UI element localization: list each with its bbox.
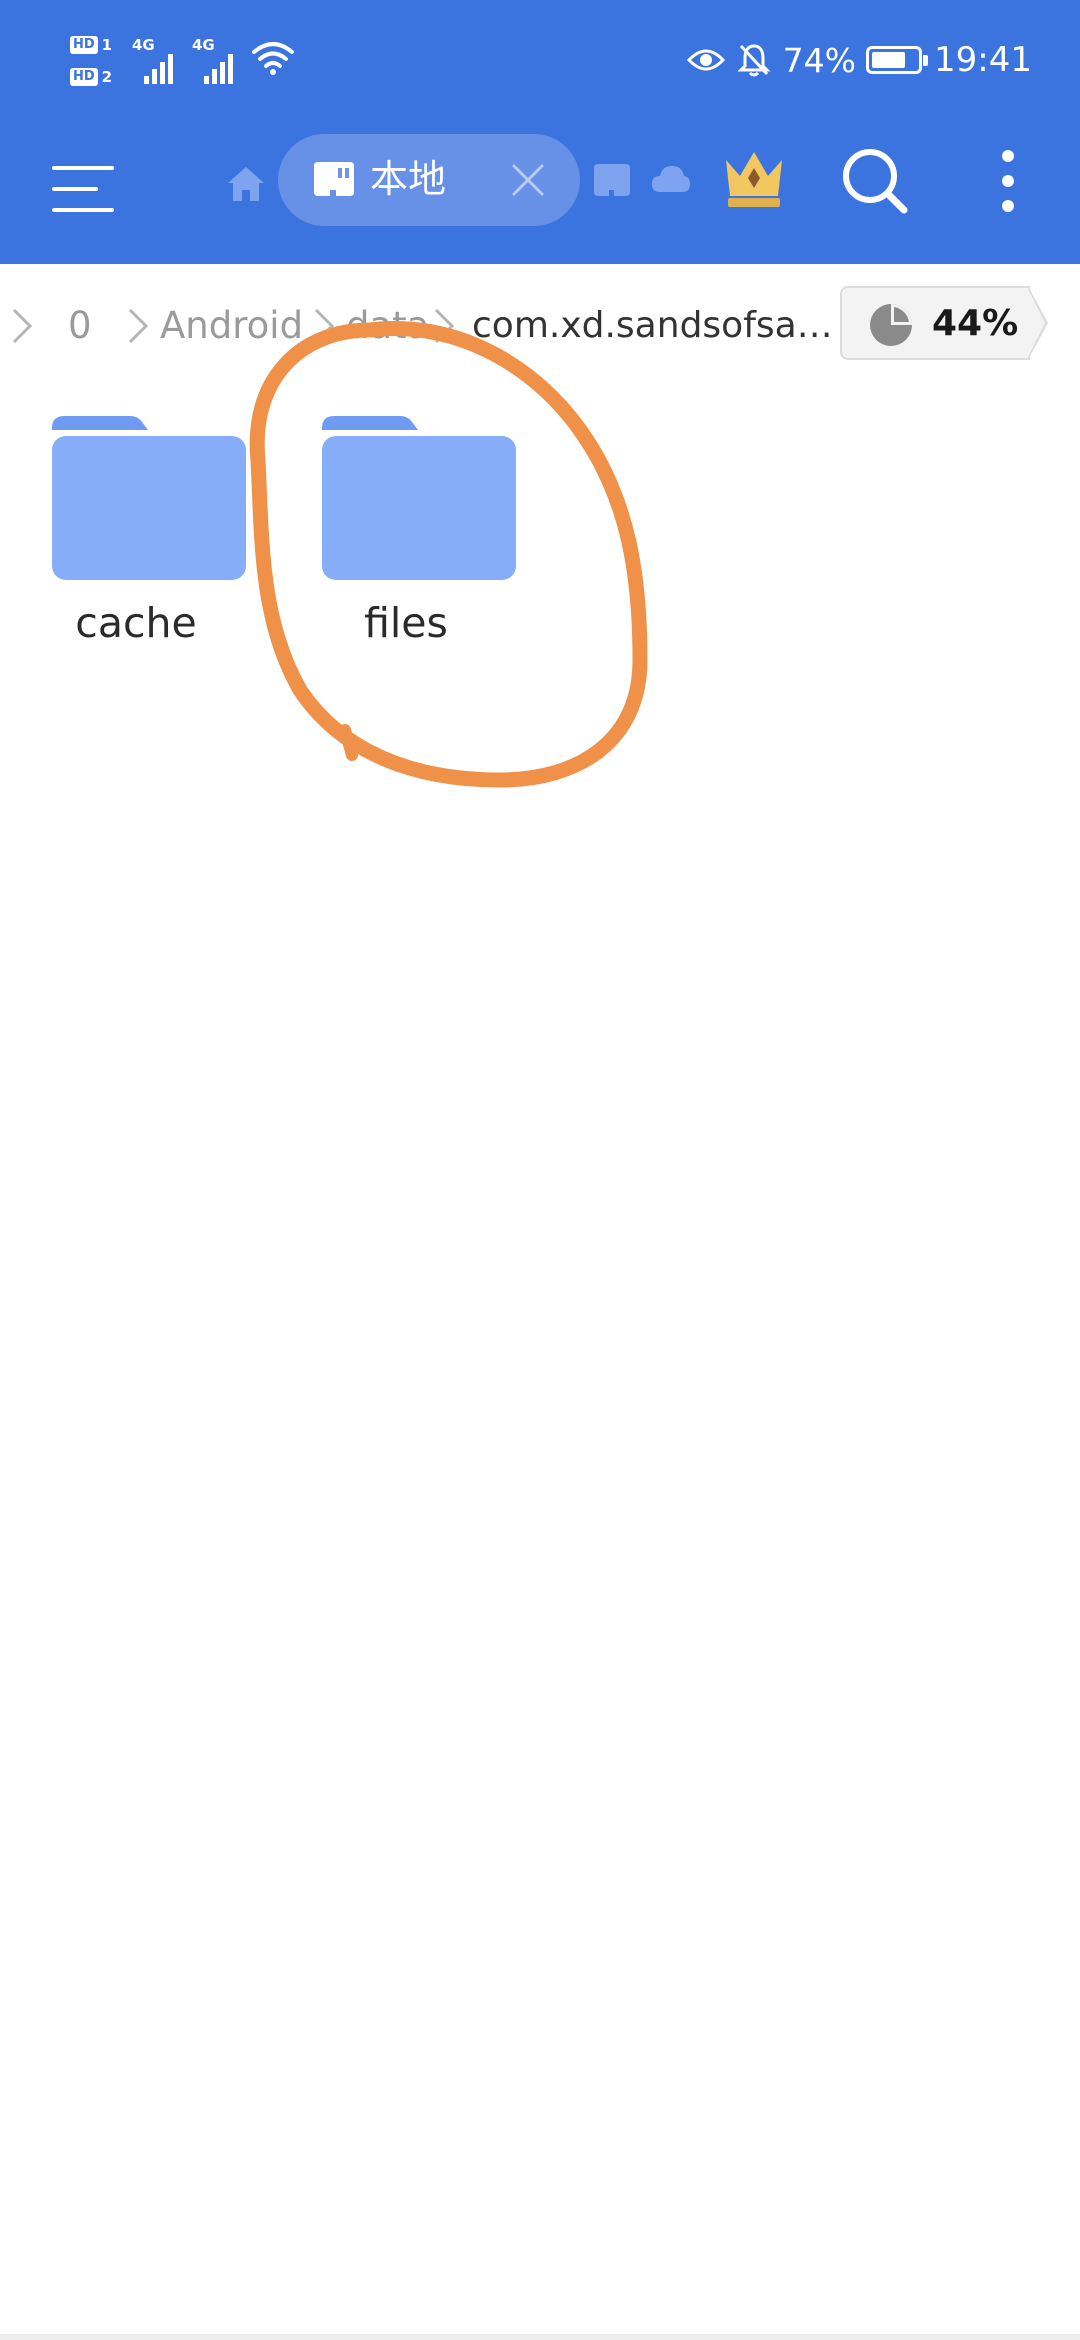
menu-icon[interactable]: [50, 156, 116, 222]
wifi-icon: [252, 42, 294, 75]
bell-muted-icon: [737, 44, 771, 77]
file-manager-screen: HD 1 HD 2 4G 4G 74% 19:41 本地 0 Android d…: [0, 0, 1080, 2340]
sim1-number: 1: [101, 36, 113, 54]
sim2-hd-badge: HD: [70, 68, 98, 86]
breadcrumb-item-android[interactable]: Android: [160, 302, 303, 350]
breadcrumb: 0 Android data com.xd.sandsofsa… 44%: [0, 264, 1080, 384]
sim2-indicator: HD 2: [70, 64, 112, 90]
breadcrumb-item-data[interactable]: data: [346, 302, 429, 350]
home-icon[interactable]: [226, 164, 266, 204]
eye-icon: [686, 49, 725, 71]
chevron-right-icon: [128, 308, 149, 344]
folder-item-cache[interactable]: cache: [16, 384, 256, 664]
storage-percent: 44%: [932, 303, 1019, 344]
folder-name: files: [364, 599, 448, 647]
folder-item-files[interactable]: files: [286, 384, 526, 664]
folder-icon: [322, 416, 516, 580]
status-bar: HD 1 HD 2 4G 4G 74% 19:41: [0, 0, 1080, 120]
folder-icon: [52, 416, 246, 580]
pie-chart-icon: [870, 304, 912, 346]
search-icon[interactable]: [840, 146, 910, 216]
sd-card-icon: [314, 162, 354, 196]
sim1-hd-badge: HD: [70, 36, 98, 54]
breadcrumb-item-root[interactable]: 0: [68, 302, 92, 350]
battery-icon: [866, 46, 929, 74]
sim1-indicator: HD 1: [70, 32, 112, 58]
status-right: 74% 19:41: [686, 34, 1032, 86]
breadcrumb-item-current[interactable]: com.xd.sandsofsa…: [472, 302, 833, 350]
cloud-icon[interactable]: [650, 162, 692, 196]
clock: 19:41: [934, 40, 1032, 80]
chevron-right-icon: [434, 308, 455, 344]
storage-usage-badge[interactable]: 44%: [840, 286, 1048, 360]
folder-name: cache: [75, 599, 197, 647]
app-header: HD 1 HD 2 4G 4G 74% 19:41 本地: [0, 0, 1080, 264]
battery-percent: 74%: [782, 40, 857, 80]
chevron-right-icon: [12, 308, 33, 344]
crown-icon[interactable]: [722, 148, 786, 210]
close-icon[interactable]: [508, 160, 548, 200]
tab-local-storage[interactable]: 本地: [278, 134, 580, 226]
tab-label: 本地: [370, 157, 447, 201]
sd-card-icon[interactable]: [592, 162, 632, 198]
sim2-number: 2: [101, 68, 113, 86]
more-vertical-icon[interactable]: [990, 146, 1026, 216]
chevron-right-icon: [314, 308, 335, 344]
bottom-gesture-area: [0, 2334, 1080, 2340]
app-toolbar: 本地: [0, 120, 1080, 264]
sim-indicators: HD 1 HD 2: [70, 30, 122, 90]
